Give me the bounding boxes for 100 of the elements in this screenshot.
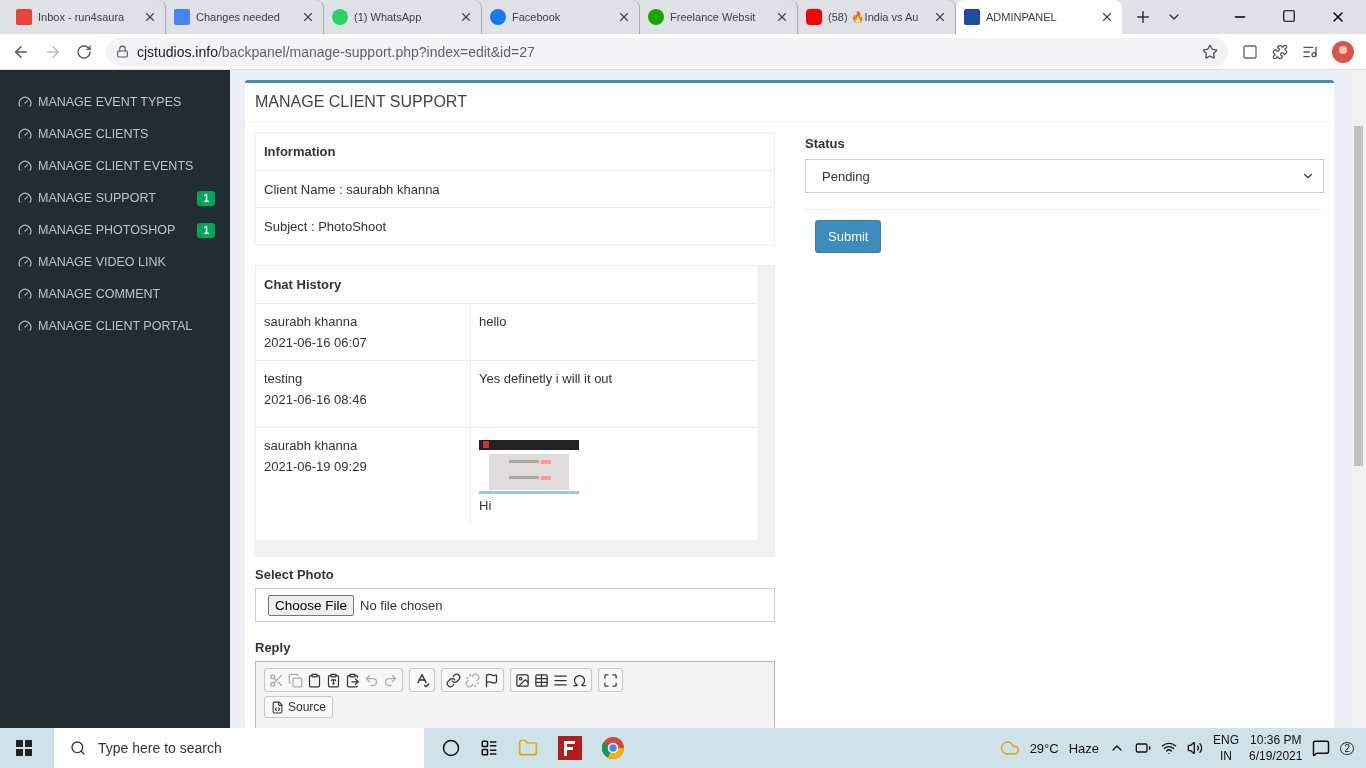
sender-name: testing <box>264 371 304 386</box>
extension-icon <box>1242 43 1258 60</box>
file-input[interactable]: Choose File No file chosen <box>255 588 775 622</box>
task-view-icon <box>480 739 498 757</box>
paste-icon <box>307 672 322 688</box>
address-bar[interactable]: cjstudios.info/backpanel/manage-support.php?index=edit&id=27 <box>106 37 1228 66</box>
dashboard-icon <box>18 191 32 205</box>
choose-file-button[interactable]: Choose File <box>268 594 355 616</box>
field-label: Status <box>805 136 846 151</box>
temperature: 29°C <box>1029 740 1059 756</box>
windows-icon[interactable] <box>16 740 32 756</box>
field-label: Reply <box>255 640 292 655</box>
maximize-icon <box>603 672 618 688</box>
close-icon[interactable] <box>775 10 789 24</box>
message-text: Yes definetly i will it out <box>479 371 614 386</box>
site-icon <box>332 9 348 25</box>
undo-icon <box>364 672 379 688</box>
message-text: Hi <box>479 498 493 513</box>
source-icon <box>271 700 284 714</box>
sidebar-item[interactable]: MANAGE CLIENTS <box>0 118 230 150</box>
close-icon[interactable] <box>301 10 315 24</box>
message-time: 2021-06-16 08:46 <box>264 392 368 407</box>
region[interactable]: IN <box>1220 748 1233 764</box>
close-icon[interactable] <box>143 10 157 24</box>
search-icon <box>70 740 86 756</box>
cut-icon <box>269 672 284 688</box>
card-heading: Information <box>263 143 337 161</box>
close-icon[interactable] <box>459 10 473 24</box>
flag-icon <box>484 672 499 688</box>
redo-icon <box>383 672 398 688</box>
unlink-icon <box>465 672 480 688</box>
info-text: Client Name : saurabh khanna <box>256 170 774 207</box>
avatar[interactable] <box>1332 40 1354 63</box>
dashboard-icon <box>18 223 32 237</box>
dashboard-icon <box>18 159 32 173</box>
table-icon <box>534 672 549 688</box>
clock-time[interactable]: 10:36 PM <box>1250 732 1302 748</box>
count-badge: 1 <box>197 222 215 238</box>
dashboard-icon <box>18 287 32 301</box>
field-label: Select Photo <box>255 567 335 582</box>
sender-name: saurabh khanna <box>264 438 359 453</box>
sidebar-item[interactable]: MANAGE SUPPORT 1 <box>0 182 230 214</box>
close-icon[interactable] <box>1100 10 1114 24</box>
spellcheck-icon <box>414 672 430 688</box>
site-icon <box>16 9 32 25</box>
omega-icon <box>572 672 587 688</box>
source-button[interactable]: Source <box>264 696 334 718</box>
sidebar-item[interactable]: MANAGE EVENT TYPES <box>0 86 230 118</box>
weather-text: Haze <box>1068 740 1100 756</box>
extensions-icon <box>1272 43 1288 60</box>
sidebar-item[interactable]: MANAGE CLIENT PORTAL <box>0 310 230 342</box>
taskbar-search[interactable]: Type here to search <box>54 728 424 768</box>
info-text: Subject : PhotoShoot <box>256 207 774 244</box>
count-badge: 1 <box>197 190 215 206</box>
dashboard-icon <box>18 95 32 109</box>
sidebar-item[interactable]: MANAGE COMMENT <box>0 278 230 310</box>
card-heading: Chat History <box>263 276 343 294</box>
message-time: 2021-06-19 09:29 <box>264 459 368 474</box>
message-text: hello <box>479 314 508 329</box>
image-icon <box>515 672 530 688</box>
status-select[interactable]: Pending <box>805 159 1324 193</box>
new-tab-icon[interactable] <box>1134 8 1152 26</box>
browser-icon[interactable] <box>602 737 624 759</box>
battery-icon <box>1135 740 1152 756</box>
close-icon[interactable] <box>617 10 631 24</box>
folder-icon <box>518 738 538 758</box>
clock-date[interactable]: 6/19/2021 <box>1249 748 1303 764</box>
browser-tab[interactable]: ADMINPANEL <box>956 0 1122 34</box>
reload-icon[interactable] <box>76 43 92 60</box>
star-icon <box>1202 43 1218 60</box>
site-icon <box>174 9 190 25</box>
site-icon <box>806 9 822 25</box>
wifi-icon <box>1161 740 1178 756</box>
sidebar-item[interactable]: MANAGE CLIENT EVENTS <box>0 150 230 182</box>
app-icon[interactable] <box>558 736 582 760</box>
file-status: No file chosen <box>360 597 443 613</box>
paste-text-icon <box>326 672 341 688</box>
lock-icon <box>116 45 129 58</box>
weather-icon <box>999 738 1020 758</box>
dashboard-icon <box>18 255 32 269</box>
horizontal-line-icon <box>553 672 568 688</box>
restore-icon[interactable] <box>1282 9 1296 23</box>
submit-button[interactable]: Submit <box>815 220 882 253</box>
site-icon <box>648 9 664 25</box>
site-icon <box>964 9 980 25</box>
notification-icon <box>1312 739 1331 757</box>
copy-icon <box>288 672 303 688</box>
sidebar-item[interactable]: MANAGE PHOTOSHOP 1 <box>0 214 230 246</box>
dashboard-icon <box>18 319 32 333</box>
message-time: 2021-06-16 06:07 <box>264 335 368 350</box>
volume-icon <box>1187 740 1204 756</box>
language[interactable]: ENG <box>1213 732 1240 748</box>
link-icon <box>446 672 461 688</box>
panel-title: MANAGE CLIENT SUPPORT <box>245 83 1334 122</box>
dashboard-icon <box>18 127 32 141</box>
scrollbar[interactable] <box>1350 70 1366 728</box>
close-icon[interactable] <box>933 10 947 24</box>
sender-name: saurabh khanna <box>264 314 359 329</box>
cortana-icon <box>442 739 460 757</box>
sidebar-item[interactable]: MANAGE VIDEO LINK <box>0 246 230 278</box>
